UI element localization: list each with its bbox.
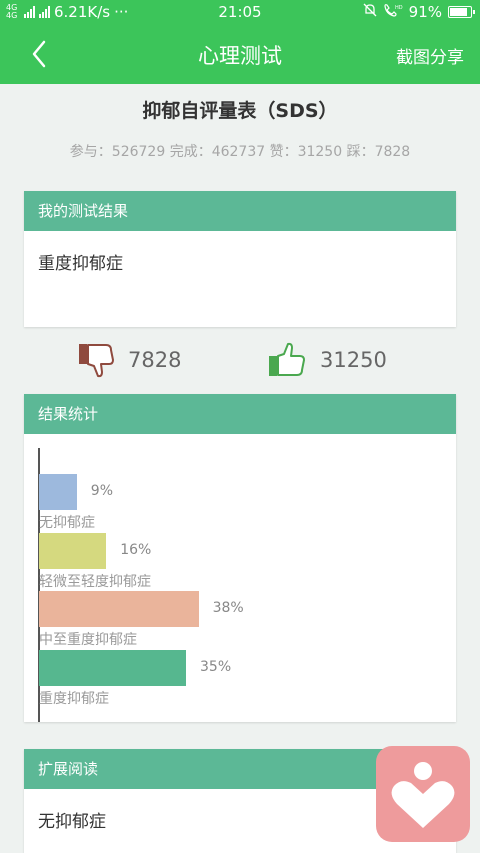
heart-person-icon <box>391 762 455 828</box>
chart-bar <box>39 649 186 686</box>
chart-category-label: 无抑郁症 <box>39 515 95 531</box>
floating-heart-button[interactable] <box>376 746 470 842</box>
result-card-header: 我的测试结果 <box>24 191 456 231</box>
battery-icon <box>448 6 475 18</box>
result-bar-chart: 9% 无抑郁症 16% 轻微至轻度抑郁症 38% 中至重度抑郁症 35% 重度抑郁症 <box>24 434 456 722</box>
like-count: 31250 <box>320 348 387 372</box>
dislike-count: 7828 <box>128 348 182 372</box>
dislike-button[interactable]: 7828 <box>78 342 181 378</box>
thumbs-down-icon <box>79 344 114 378</box>
survey-title: 抑郁自评量表（SDS） <box>142 100 338 122</box>
chart-value-label: 9% <box>90 483 114 499</box>
chart-value-label: 35% <box>200 658 232 675</box>
status-bar: 4G 4G 6.21K/s ··· 21:05 HD 91% <box>0 0 480 24</box>
result-card: 我的测试结果 重度抑郁症 <box>24 191 456 327</box>
chart-value-label: 38% <box>212 600 244 616</box>
chart-bar <box>39 532 107 569</box>
screenshot-share-button[interactable]: 截图分享 <box>396 43 464 68</box>
stats-card-header: 结果统计 <box>24 394 456 434</box>
hd-call-icon: HD <box>383 3 403 21</box>
chart-value-label: 16% <box>120 541 152 558</box>
survey-stats: 参与：526729 完成：462737 赞：31250 踩：7828 <box>69 144 411 160</box>
svg-text:HD: HD <box>395 5 403 11</box>
vote-row: 7828 31250 <box>0 340 480 380</box>
chart-category-label: 中至重度抑郁症 <box>39 632 137 648</box>
chart-category-label: 重度抑郁症 <box>39 690 109 707</box>
chart-bar <box>39 474 77 510</box>
mute-bell-icon <box>363 3 377 21</box>
chart-bar <box>39 591 199 627</box>
app-header: 心理测试 截图分享 <box>0 24 480 84</box>
thumbs-up-icon <box>269 342 305 376</box>
battery-percent: 91% <box>408 3 442 21</box>
result-text: 重度抑郁症 <box>38 254 123 274</box>
chart-category-label: 轻微至轻度抑郁症 <box>39 573 151 590</box>
stats-card: 结果统计 9% 无抑郁症 16% 轻微至轻度抑郁症 38% 中至重度抑郁症 35% 重度抑郁症 <box>24 394 456 722</box>
like-button[interactable]: 31250 <box>268 342 387 378</box>
